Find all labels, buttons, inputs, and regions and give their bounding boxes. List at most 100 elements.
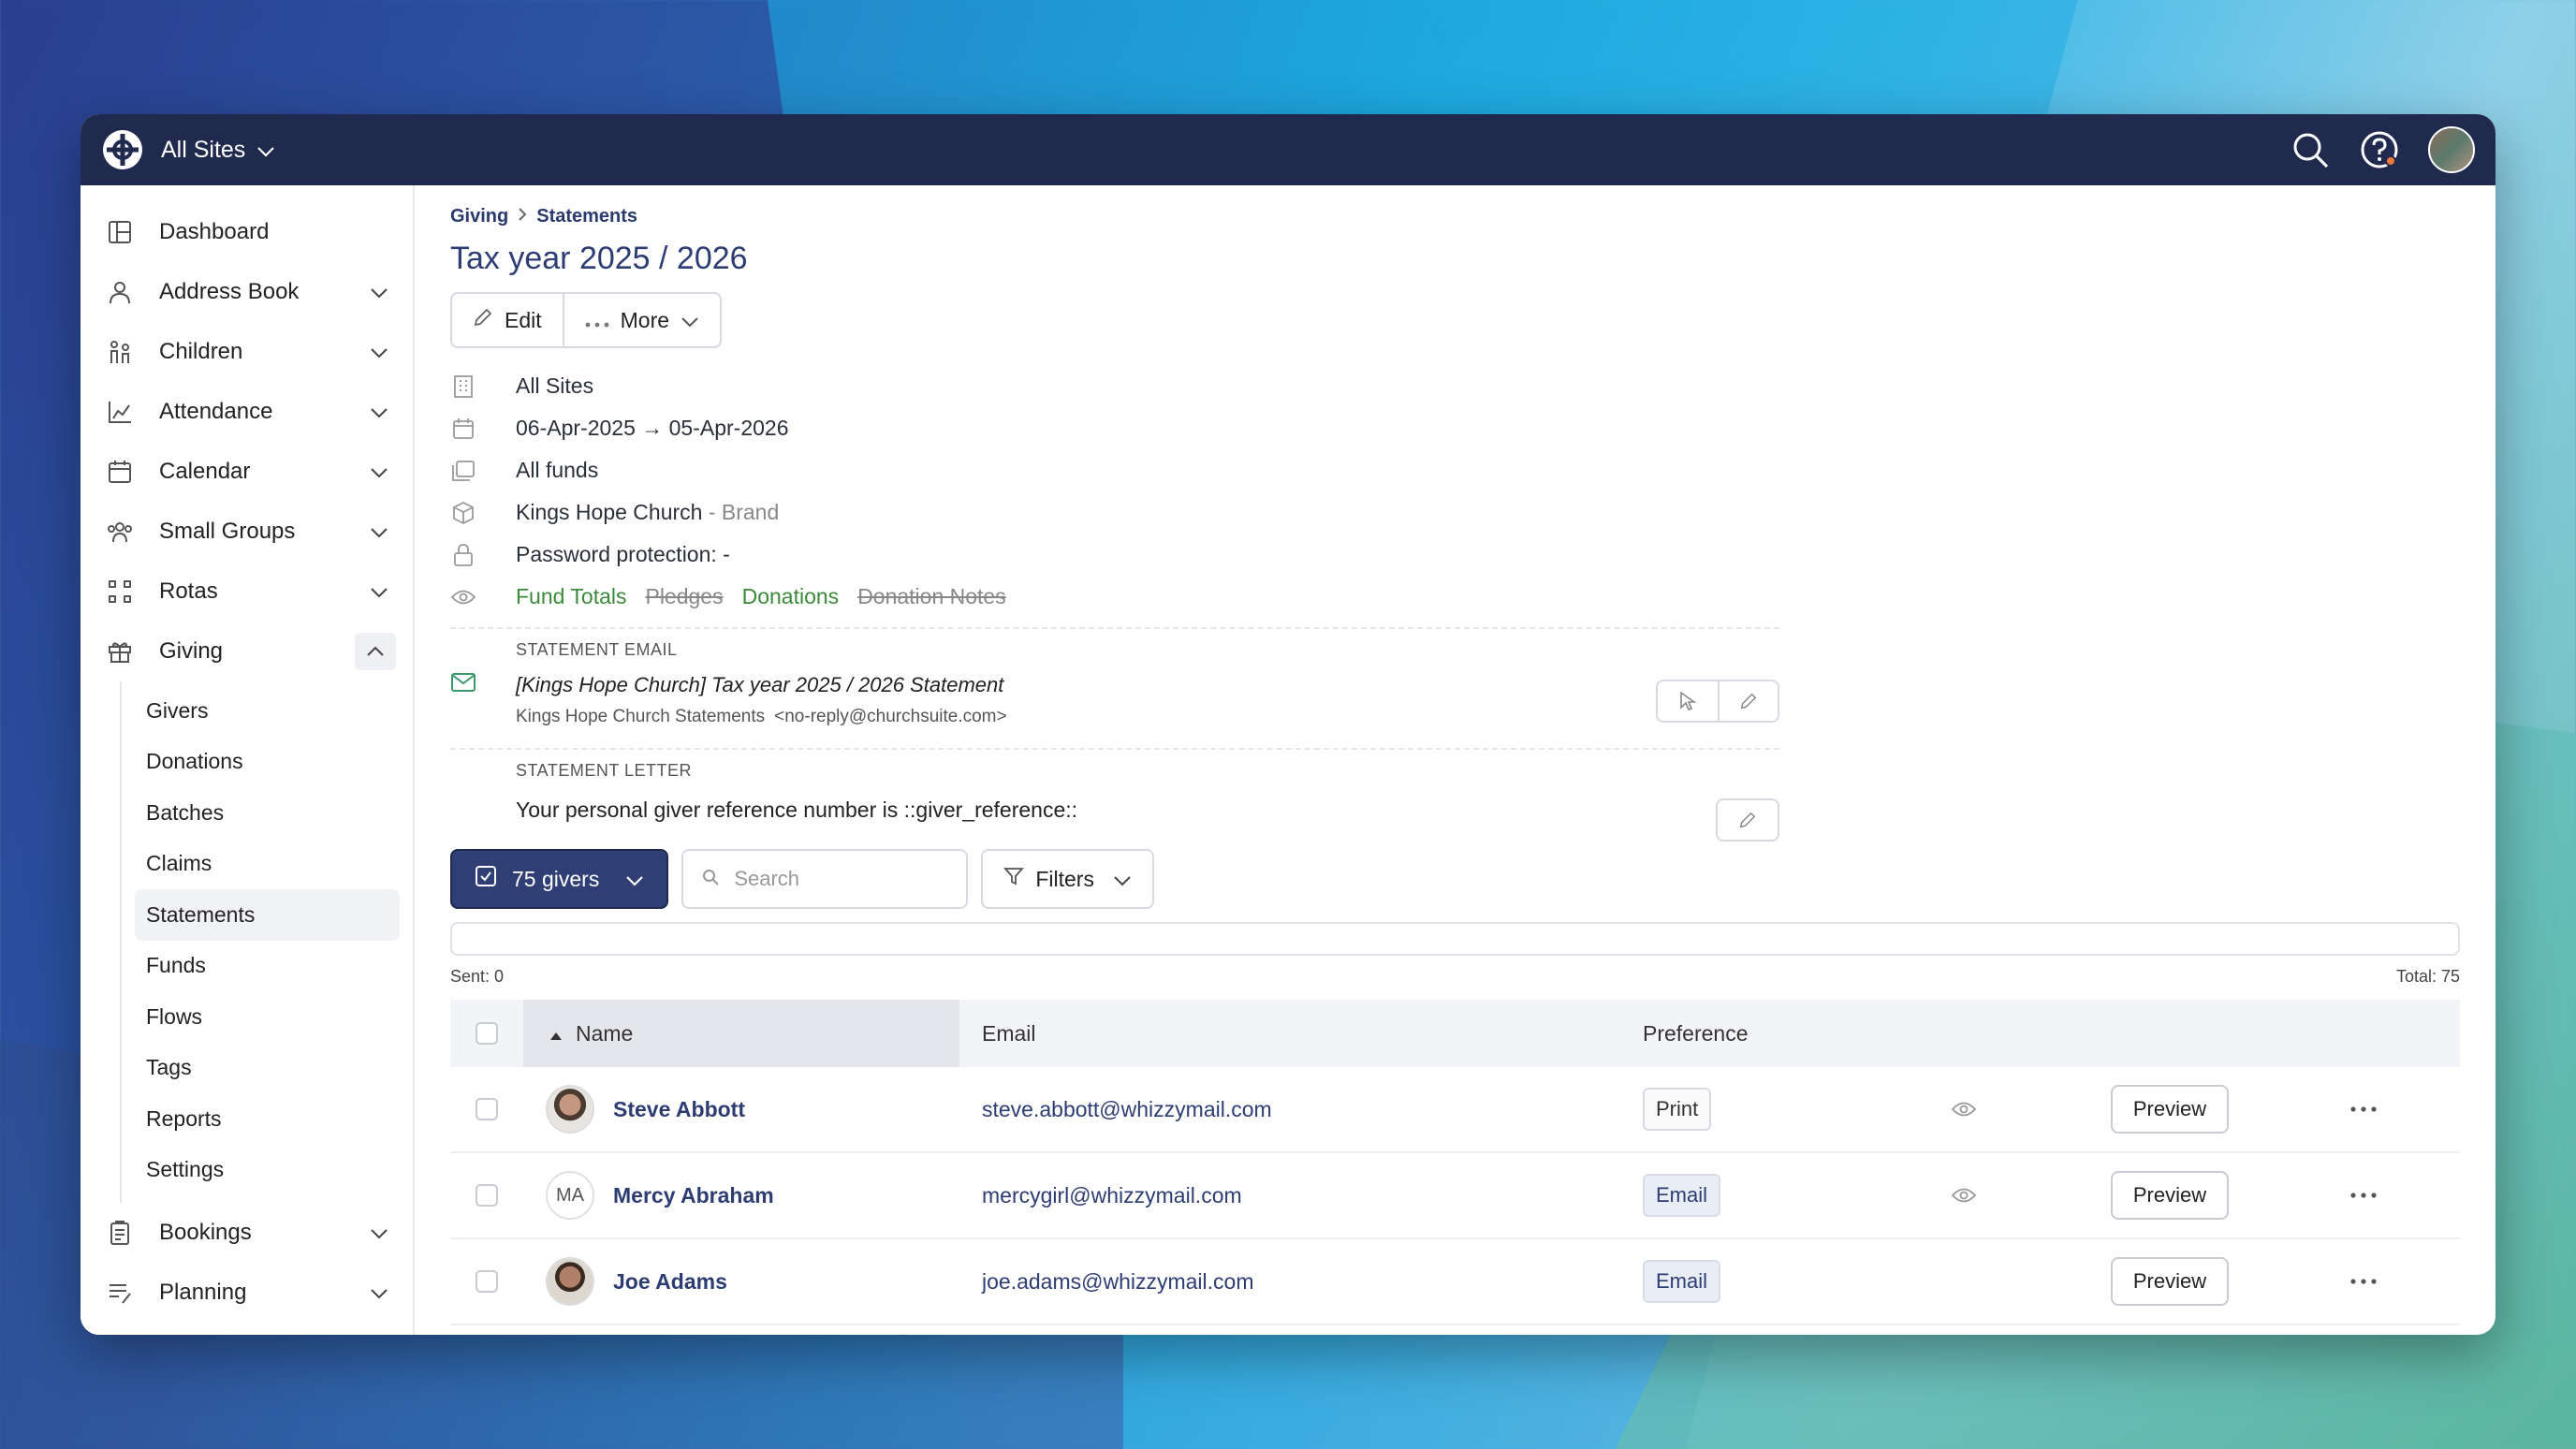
preview-button[interactable]: Preview: [2111, 1085, 2229, 1134]
chevron-down-icon[interactable]: [370, 1220, 388, 1246]
eye-icon[interactable]: [1952, 1101, 2111, 1118]
user-avatar[interactable]: [2428, 126, 2475, 173]
search-icon[interactable]: [2290, 129, 2331, 170]
sent-count: Sent: 0: [450, 967, 505, 986]
sidebar-subitem-batches[interactable]: Batches: [135, 787, 400, 839]
checkbox-icon: [475, 865, 497, 893]
sidebar-item-dashboard[interactable]: Dashboard: [80, 202, 413, 262]
sidebar-item-planning[interactable]: Planning: [80, 1263, 413, 1323]
sidebar-subitem-funds[interactable]: Funds: [135, 941, 400, 992]
logo-icon[interactable]: [101, 128, 144, 171]
chevron-down-icon[interactable]: [370, 459, 388, 485]
row-menu-icon[interactable]: [2335, 1279, 2392, 1284]
eye-icon[interactable]: [1952, 1187, 2111, 1204]
column-header-email[interactable]: Email: [959, 1021, 1643, 1046]
sidebar-subitem-tags[interactable]: Tags: [135, 1043, 400, 1094]
sidebar-subitem-claims[interactable]: Claims: [135, 839, 400, 890]
folders-icon: [450, 460, 476, 482]
email-subject: [Kings Hope Church] Tax year 2025 / 2026…: [516, 673, 1004, 696]
chevron-down-icon[interactable]: [370, 339, 388, 365]
table-row: MA Mercy Abraham mercygirl@whizzymail.co…: [450, 1153, 2460, 1239]
notification-dot: [2385, 155, 2396, 167]
giver-name-link[interactable]: Mercy Abraham: [613, 1183, 774, 1208]
search-input[interactable]: Search: [681, 849, 969, 909]
pencil-icon[interactable]: [1718, 681, 1778, 721]
row-menu-icon[interactable]: [2335, 1193, 2392, 1198]
column-header-preference[interactable]: Preference: [1643, 1021, 1749, 1046]
more-button[interactable]: More: [562, 294, 720, 346]
chevron-up-icon[interactable]: [355, 633, 396, 670]
sidebar-subitem-donations[interactable]: Donations: [135, 737, 400, 788]
sidebar-subitem-reports[interactable]: Reports: [135, 1093, 400, 1145]
chevron-down-icon: [1113, 867, 1132, 892]
pencil-icon[interactable]: [1718, 800, 1778, 840]
select-all-checkbox[interactable]: [476, 1022, 498, 1045]
help-icon[interactable]: [2359, 129, 2400, 170]
edit-button-label: Edit: [505, 307, 542, 332]
sidebar-item-rotas[interactable]: Rotas: [80, 562, 413, 622]
giver-email[interactable]: mercygirl@whizzymail.com: [959, 1183, 1643, 1208]
sidebar-subitem-settings[interactable]: Settings: [135, 1145, 400, 1196]
preview-button[interactable]: Preview: [2111, 1171, 2229, 1220]
total-count: Total: 75: [2395, 967, 2460, 986]
visibility-donations: Donations: [741, 584, 840, 608]
chevron-down-icon[interactable]: [370, 578, 388, 605]
cube-icon: [450, 501, 476, 525]
giver-name-link[interactable]: Joe Adams: [613, 1269, 727, 1295]
sidebar-item-giving[interactable]: Giving: [80, 622, 413, 681]
preview-button[interactable]: Preview: [2111, 1257, 2229, 1306]
search-placeholder: Search: [734, 867, 800, 890]
row-checkbox[interactable]: [476, 1270, 498, 1293]
edit-button[interactable]: Edit: [452, 294, 563, 346]
letter-actions: [1716, 798, 1779, 842]
chevron-down-icon[interactable]: [370, 279, 388, 305]
detail-password: Password protection: -: [450, 534, 1779, 576]
detail-dates: 06-Apr-2025 → 05-Apr-2026: [450, 407, 1779, 449]
chevron-down-icon[interactable]: [370, 519, 388, 545]
row-checkbox[interactable]: [476, 1184, 498, 1207]
cursor-icon[interactable]: [1658, 681, 1718, 721]
preference-badge: Email: [1643, 1174, 1721, 1217]
site-selector-label: All Sites: [161, 136, 246, 163]
sidebar-subitem-flows[interactable]: Flows: [135, 991, 400, 1043]
row-checkbox[interactable]: [476, 1098, 498, 1120]
sidebar-item-attendance[interactable]: Attendance: [80, 382, 413, 442]
site-selector[interactable]: All Sites: [161, 137, 275, 164]
chevron-down-icon[interactable]: [370, 399, 388, 425]
date-range-value: 06-Apr-2025 → 05-Apr-2026: [516, 416, 789, 440]
chevron-down-icon[interactable]: [370, 1280, 388, 1306]
giver-email[interactable]: steve.abbott@whizzymail.com: [959, 1097, 1643, 1122]
brand-name: Kings Hope Church: [516, 500, 703, 524]
sidebar-item-address-book[interactable]: Address Book: [80, 262, 413, 322]
sidebar-item-label: Bookings: [159, 1220, 252, 1245]
visibility-donation-notes: Donation Notes: [857, 584, 1006, 608]
groups-icon: [107, 519, 133, 545]
sidebar-subitem-givers[interactable]: Givers: [135, 685, 400, 737]
giver-email[interactable]: joe.adams@whizzymail.com: [959, 1269, 1643, 1295]
sidebar-item-calendar[interactable]: Calendar: [80, 442, 413, 502]
avatar: [546, 1085, 594, 1134]
givers-select-button[interactable]: 75 givers: [450, 849, 669, 909]
preference-badge: Email: [1643, 1260, 1721, 1303]
givers-toolbar: 75 givers Search Filters: [450, 849, 2460, 909]
breadcrumb: Giving Statements: [450, 206, 2460, 227]
planning-icon: [107, 1280, 133, 1306]
sidebar-item-small-groups[interactable]: Small Groups: [80, 502, 413, 562]
sidebar-item-children[interactable]: Children: [80, 322, 413, 382]
filters-button[interactable]: Filters: [981, 849, 1154, 909]
breadcrumb-statements[interactable]: Statements: [536, 206, 637, 227]
sidebar-subitem-statements[interactable]: Statements: [135, 889, 400, 941]
send-counts: Sent: 0 Total: 75: [450, 967, 2460, 987]
person-icon: [107, 279, 133, 305]
breadcrumb-giving[interactable]: Giving: [450, 206, 508, 227]
visibility-fund-totals: Fund Totals: [516, 584, 627, 608]
giver-name-link[interactable]: Steve Abbott: [613, 1097, 745, 1122]
sidebar-item-label: Small Groups: [159, 519, 296, 544]
avatar: MA: [546, 1171, 594, 1220]
password-value: Password protection: -: [516, 542, 730, 566]
column-header-name[interactable]: Name: [523, 1000, 959, 1067]
givers-count-label: 75 givers: [512, 866, 600, 891]
row-menu-icon[interactable]: [2335, 1106, 2392, 1112]
envelope-icon: [450, 673, 476, 692]
sidebar-item-bookings[interactable]: Bookings: [80, 1203, 413, 1263]
